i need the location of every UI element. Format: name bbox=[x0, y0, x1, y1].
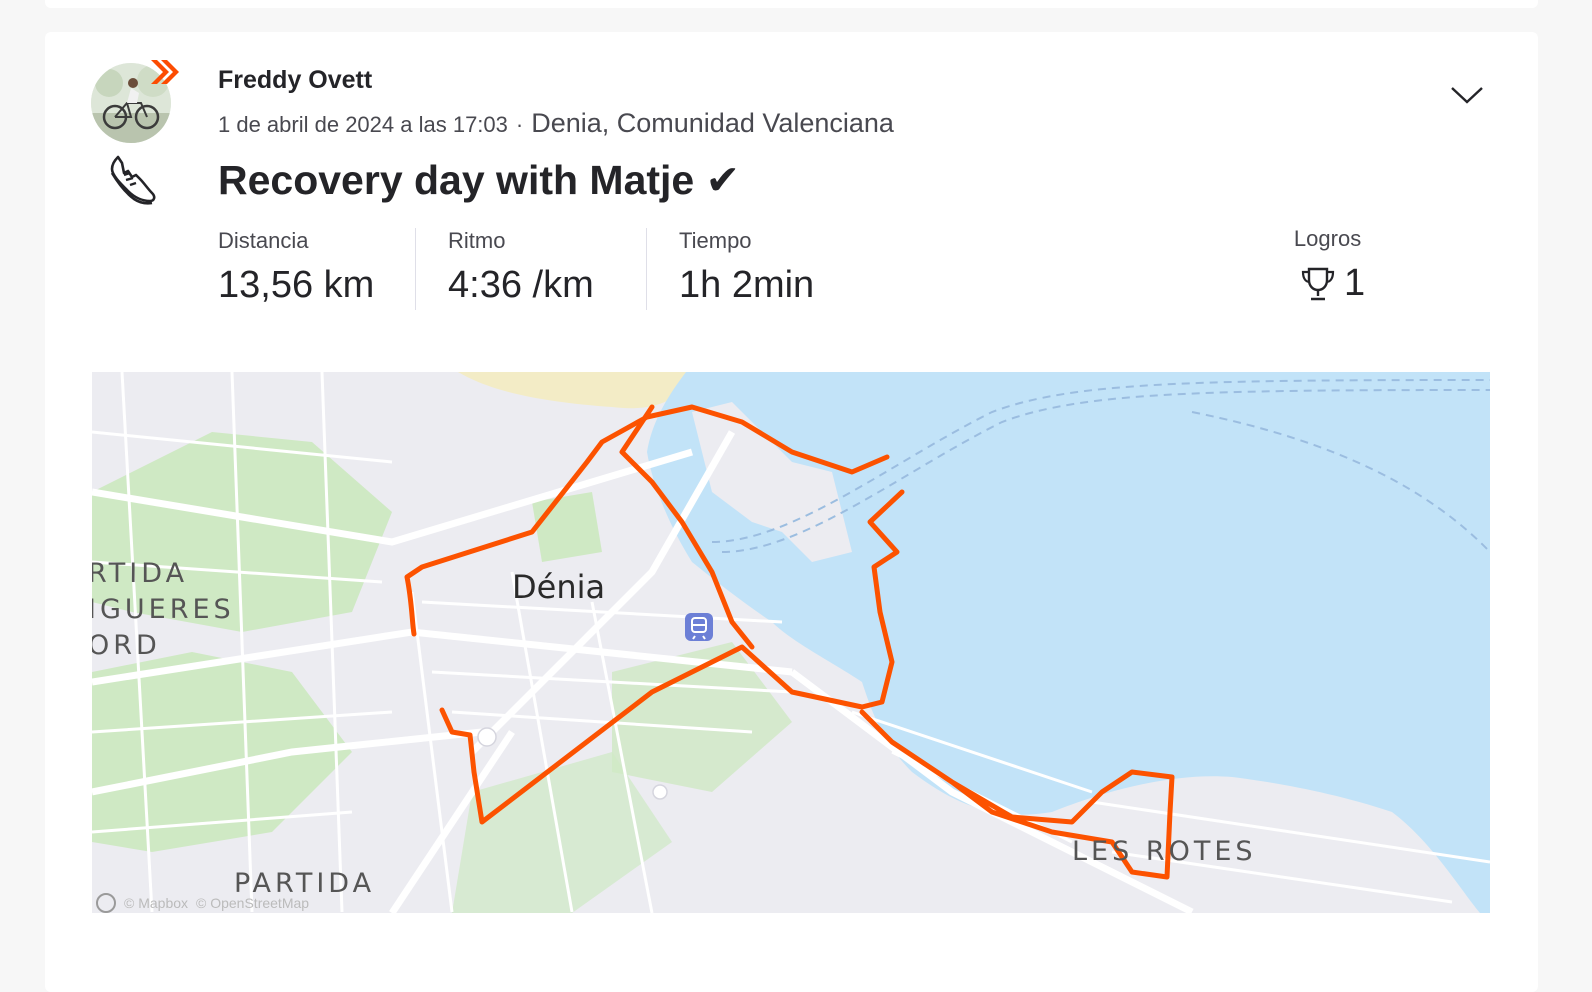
chevron-down-icon[interactable] bbox=[1447, 80, 1487, 110]
trophy-icon bbox=[1301, 267, 1335, 300]
previous-activity-card bbox=[45, 0, 1538, 8]
stat-distance: Distancia 13,56 km bbox=[218, 228, 374, 307]
mapbox-logo-icon[interactable] bbox=[96, 893, 116, 913]
stat-value: 13,56 km bbox=[218, 264, 375, 306]
chevron-badge-icon bbox=[151, 60, 179, 84]
city-label: Dénia bbox=[512, 568, 606, 606]
achievements-label: Logros bbox=[1293, 226, 1362, 251]
attribution-osm[interactable]: © OpenStreetMap bbox=[196, 895, 309, 911]
activity-date[interactable]: 1 de abril de 2024 a las 17:03 bbox=[218, 112, 508, 137]
route-map[interactable]: Dénia RTIDA IGUERES ORD PARTIDA LES ROTE… bbox=[92, 372, 1490, 913]
achievements[interactable]: Logros 1 bbox=[1290, 226, 1365, 305]
athlete-name[interactable]: Freddy Ovett bbox=[218, 66, 372, 95]
activity-title[interactable]: Recovery day with Matje ✔︎ bbox=[218, 156, 740, 204]
stat-pace: Ritmo 4:36 /km bbox=[448, 228, 594, 307]
area-label: RTIDA bbox=[92, 558, 189, 589]
map-canvas bbox=[92, 372, 1490, 913]
meta-separator: · bbox=[515, 112, 524, 137]
attribution-mapbox[interactable]: © Mapbox bbox=[124, 895, 188, 911]
stat-time: Tiempo 1h 2min bbox=[679, 228, 814, 307]
train-station-icon[interactable] bbox=[684, 612, 714, 642]
stat-value: 4:36 /km bbox=[448, 264, 594, 306]
stat-value: 1h 2min bbox=[679, 264, 815, 306]
area-label: LES ROTES bbox=[1072, 836, 1257, 867]
running-shoe-icon bbox=[110, 155, 156, 205]
area-label: ORD bbox=[92, 630, 161, 661]
activity-location: Denia, Comunidad Valenciana bbox=[531, 108, 894, 138]
area-label: IGUERES bbox=[92, 594, 235, 625]
stat-label: Distancia bbox=[218, 228, 309, 253]
activity-meta: 1 de abril de 2024 a las 17:03 · Denia, Co… bbox=[218, 108, 894, 139]
stat-label: Tiempo bbox=[679, 228, 752, 253]
achievements-count: 1 bbox=[1344, 262, 1366, 304]
stat-divider bbox=[415, 228, 416, 310]
stat-label: Ritmo bbox=[448, 228, 506, 253]
stat-divider bbox=[646, 228, 647, 310]
map-attribution: © Mapbox © OpenStreetMap bbox=[96, 893, 309, 913]
